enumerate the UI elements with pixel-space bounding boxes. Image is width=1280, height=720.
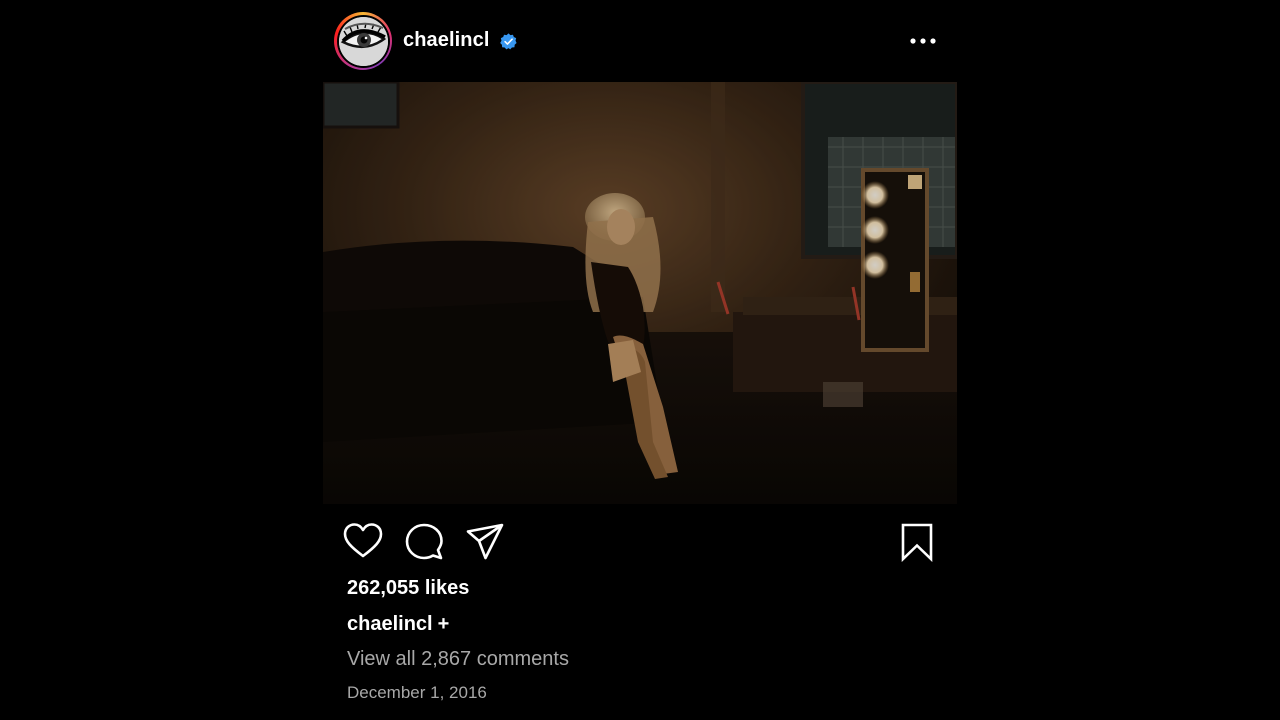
post-action-bar <box>323 504 957 576</box>
post-photo[interactable] <box>323 82 957 504</box>
post-date: December 1, 2016 <box>347 683 487 702</box>
avatar[interactable] <box>338 16 388 66</box>
comment-bubble-icon[interactable] <box>404 522 444 562</box>
ellipsis-icon[interactable] <box>909 30 937 52</box>
heart-icon[interactable] <box>343 522 383 562</box>
story-ring[interactable] <box>334 12 392 70</box>
post-author-username[interactable]: chaelincl <box>403 29 490 52</box>
paper-plane-icon[interactable] <box>465 522 505 562</box>
eye-closeup-avatar-image <box>338 16 388 66</box>
view-all-comments-link[interactable]: View all 2,867 comments <box>347 648 569 671</box>
post-header: chaelincl <box>323 0 957 82</box>
verified-badge-icon <box>500 33 517 50</box>
caption-username[interactable]: chaelincl <box>347 613 433 635</box>
caption-text: + <box>437 613 450 635</box>
dim-room-photo <box>323 82 957 504</box>
avatar-border <box>336 14 390 68</box>
likes-count[interactable]: 262,055 likes <box>347 577 469 600</box>
instagram-post: chaelincl 262,055 likes chaelincl + View… <box>323 0 957 720</box>
bookmark-icon[interactable] <box>897 522 937 562</box>
post-caption: chaelincl + <box>347 613 449 636</box>
